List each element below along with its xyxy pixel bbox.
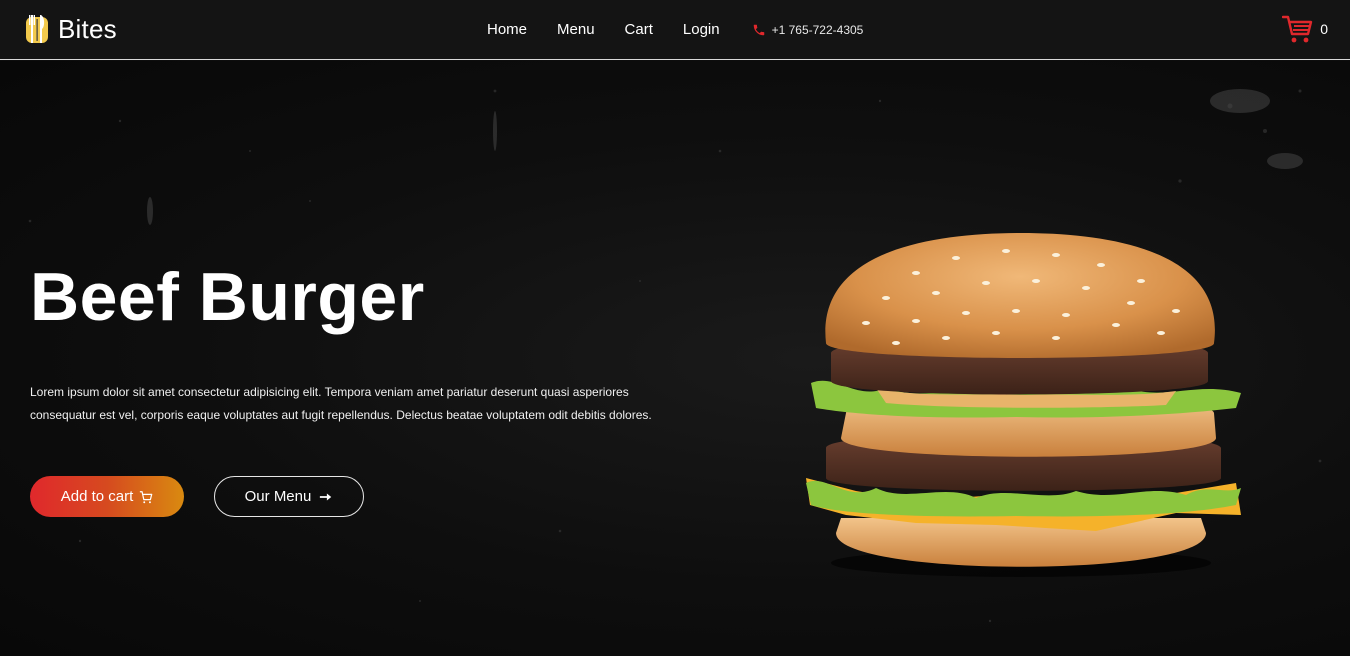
phone-icon: [753, 24, 764, 36]
brand[interactable]: Bites: [24, 13, 117, 45]
our-menu-label: Our Menu: [244, 488, 312, 505]
add-to-cart-label: Add to cart: [60, 488, 134, 505]
add-to-cart-button[interactable]: Add to cart: [30, 476, 184, 517]
navbar: Bites Home Menu Cart Login +1 765-722-43…: [0, 0, 1350, 60]
cart-icon: [1282, 15, 1313, 43]
nav-link-home[interactable]: Home: [487, 20, 527, 40]
cart-count: 0: [1320, 21, 1328, 37]
our-menu-button[interactable]: Our Menu: [214, 476, 364, 517]
cart-small-icon: [140, 490, 153, 503]
cart-button[interactable]: 0: [1282, 14, 1328, 44]
hero-description: Lorem ipsum dolor sit amet consectetur a…: [30, 385, 652, 422]
nav-link-cart[interactable]: Cart: [625, 20, 653, 40]
phone-contact[interactable]: +1 765-722-4305: [752, 23, 864, 37]
hero-title: Beef Burger: [30, 259, 425, 335]
fork-knife-logo-icon: [26, 15, 48, 43]
nav-links: Home Menu Cart Login +1 765-722-4305: [487, 20, 863, 40]
beef-burger-image: [806, 233, 1241, 577]
nav-link-login[interactable]: Login: [683, 20, 720, 40]
arrow-right-icon: [320, 493, 332, 500]
phone-number: +1 765-722-4305: [771, 23, 864, 37]
hero-section: Beef Burger Lorem ipsum dolor sit amet c…: [0, 61, 1350, 656]
nav-link-menu[interactable]: Menu: [557, 20, 595, 40]
brand-name: Bites: [58, 13, 117, 44]
